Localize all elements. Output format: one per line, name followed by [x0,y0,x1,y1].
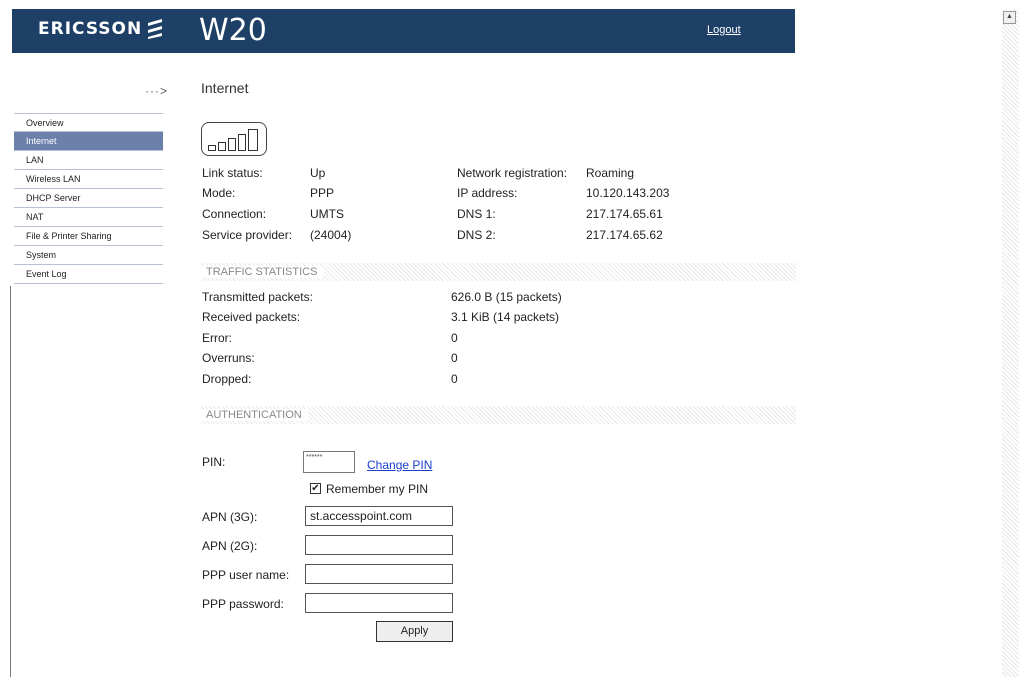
sidebar-item-overview[interactable]: Overview [14,113,163,132]
sidebar-item-wireless-lan[interactable]: Wireless LAN [14,170,163,189]
apn-3g-label: APN (3G): [202,510,258,524]
apn-3g-input[interactable] [305,506,453,526]
remember-pin-checkbox[interactable]: ✔ [310,483,321,494]
traffic-statistics-heading: TRAFFIC STATISTICS [201,263,796,281]
dropped-label: Dropped: [202,372,252,386]
sidebar-item-file-printer-sharing[interactable]: File & Printer Sharing [14,227,163,246]
network-registration-label: Network registration: [457,166,568,180]
received-packets-label: Received packets: [202,310,301,324]
traffic-statistics-title: TRAFFIC STATISTICS [201,266,324,278]
ppp-user-name-label: PPP user name: [202,568,290,582]
transmitted-packets-label: Transmitted packets: [202,290,313,304]
link-status-label: Link status: [202,166,263,180]
vertical-scrollbar[interactable] [1002,9,1019,677]
ppp-password-input[interactable] [305,593,453,613]
sidebar-item-event-log[interactable]: Event Log [14,265,163,284]
authentication-heading: AUTHENTICATION [201,406,796,424]
transmitted-packets-value: 626.0 B (15 packets) [451,290,562,304]
sidebar-item-system[interactable]: System [14,246,163,265]
apn-2g-input[interactable] [305,535,453,555]
authentication-title: AUTHENTICATION [201,409,308,421]
received-packets-value: 3.1 KiB (14 packets) [451,310,560,324]
sidebar-item-dhcp-server[interactable]: DHCP Server [14,189,163,208]
apply-button[interactable]: Apply [376,621,453,642]
product-name: W20 [199,13,267,48]
ericsson-logo-icon [148,19,162,39]
pin-label: PIN: [202,455,226,469]
error-label: Error: [202,331,232,345]
overruns-label: Overruns: [202,351,255,365]
dns2-label: DNS 2: [457,228,496,242]
nav-arrow-icon: ···> [145,84,168,98]
scroll-up-icon[interactable]: ▲ [1003,11,1016,24]
sidebar-item-lan[interactable]: LAN [14,151,163,170]
page-title: Internet [201,80,249,96]
sidebar-item-nat[interactable]: NAT [14,208,163,227]
sidebar-item-internet[interactable]: Internet [14,132,163,151]
left-divider [10,286,11,677]
dns1-value: 217.174.65.61 [586,207,663,221]
pin-input[interactable]: ****** [303,451,355,473]
service-provider-label: Service provider: [202,228,293,242]
dns1-label: DNS 1: [457,207,496,221]
link-status-value: Up [310,166,326,180]
change-pin-link[interactable]: Change PIN [367,458,432,472]
network-registration-value: Roaming [586,166,635,180]
connection-label: Connection: [202,207,267,221]
ip-address-label: IP address: [457,186,518,200]
ip-address-value: 10.120.143.203 [586,186,670,200]
overruns-value: 0 [451,351,458,365]
mode-value: PPP [310,186,335,200]
ppp-password-label: PPP password: [202,597,284,611]
connection-value: UMTS [310,207,344,221]
dropped-value: 0 [451,372,458,386]
service-provider-value: (24004) [310,228,352,242]
signal-strength-icon [201,122,267,156]
apn-2g-label: APN (2G): [202,539,258,553]
logout-link[interactable]: Logout [707,24,741,36]
error-value: 0 [451,331,458,345]
sidebar-menu: Overview Internet LAN Wireless LAN DHCP … [14,113,163,284]
brand-name: ERICSSON [38,19,143,39]
header-bar: ERICSSON W20 Logout [12,9,795,53]
dns2-value: 217.174.65.62 [586,228,663,242]
mode-label: Mode: [202,186,236,200]
remember-pin-label: Remember my PIN [326,482,429,496]
ppp-user-name-input[interactable] [305,564,453,584]
